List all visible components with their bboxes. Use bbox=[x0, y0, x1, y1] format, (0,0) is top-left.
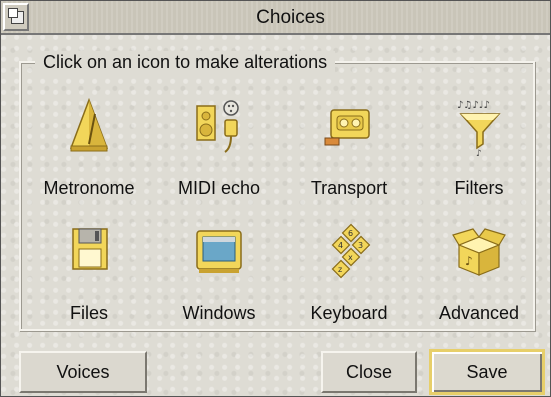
icon-label: Transport bbox=[310, 178, 388, 198]
icon-label: Metronome bbox=[43, 178, 135, 198]
choice-windows[interactable]: Windows bbox=[154, 221, 284, 351]
svg-text:♪: ♪ bbox=[465, 254, 473, 268]
choice-midi-echo[interactable]: MIDI echo bbox=[154, 96, 284, 226]
choices-window: Choices Click on an icon to make alterat… bbox=[0, 0, 551, 397]
svg-text:♪♫♪♩♪: ♪♫♪♩♪ bbox=[457, 100, 490, 111]
title-bar[interactable]: Choices bbox=[1, 1, 550, 35]
window-title: Choices bbox=[256, 7, 325, 28]
svg-text:4: 4 bbox=[338, 241, 343, 250]
advanced-icon: ♪ bbox=[452, 228, 506, 276]
icon-label: Advanced bbox=[438, 303, 520, 323]
voices-button[interactable]: Voices bbox=[19, 351, 147, 393]
icon-label: Keyboard bbox=[310, 303, 388, 323]
close-button[interactable]: Close bbox=[321, 351, 417, 393]
choice-files[interactable]: Files bbox=[24, 221, 154, 351]
icon-label: Windows bbox=[182, 303, 256, 323]
svg-text:3: 3 bbox=[358, 241, 363, 250]
icon-label: Filters bbox=[454, 178, 504, 198]
choice-filters[interactable]: ♪♫♪♩♪ ♪ Filters bbox=[414, 96, 544, 226]
group-label: Click on an icon to make alterations bbox=[35, 51, 336, 73]
svg-text:x: x bbox=[348, 253, 353, 262]
midi-echo-icon bbox=[196, 100, 239, 153]
choice-transport[interactable]: Transport bbox=[284, 96, 414, 226]
filters-icon: ♪♫♪♩♪ ♪ bbox=[457, 100, 501, 156]
keyboard-icon: 64 3xz bbox=[331, 223, 371, 279]
save-button[interactable]: Save bbox=[429, 349, 545, 395]
transport-icon bbox=[324, 109, 370, 146]
choice-keyboard[interactable]: 64 3xz Keyboard bbox=[284, 221, 414, 351]
metronome-icon bbox=[69, 97, 109, 152]
files-icon bbox=[72, 228, 108, 270]
back-icon[interactable] bbox=[3, 3, 29, 31]
icon-label: Files bbox=[69, 303, 108, 323]
svg-text:6: 6 bbox=[348, 229, 353, 238]
icon-label: MIDI echo bbox=[177, 178, 261, 198]
windows-icon bbox=[196, 230, 242, 273]
svg-text:z: z bbox=[338, 265, 342, 274]
choice-advanced[interactable]: ♪ Advanced bbox=[414, 221, 544, 351]
choice-metronome[interactable]: Metronome bbox=[24, 96, 154, 226]
svg-text:♪: ♪ bbox=[476, 149, 482, 156]
